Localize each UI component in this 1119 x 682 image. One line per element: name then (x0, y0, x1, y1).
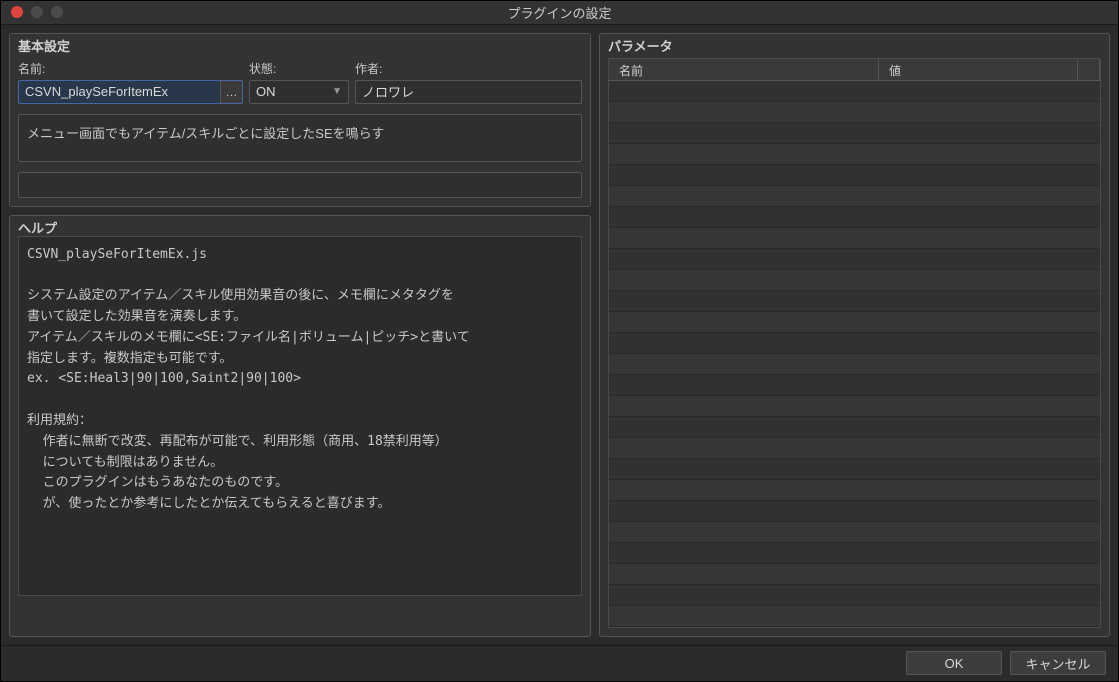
parameters-title: パラメータ (608, 36, 673, 55)
table-row[interactable] (609, 438, 1100, 459)
table-row[interactable] (609, 270, 1100, 291)
ellipsis-icon[interactable]: … (220, 81, 242, 103)
param-header-spacer (1078, 59, 1100, 80)
table-row[interactable] (609, 459, 1100, 480)
content-area: 基本設定 名前: CSVN_playSeForItemEx … 状態: ON (1, 25, 1118, 645)
help-textarea[interactable]: CSVN_playSeForItemEx.js システム設定のアイテム／スキル使… (18, 236, 582, 596)
parameters-rows[interactable] (609, 81, 1100, 627)
table-row[interactable] (609, 291, 1100, 312)
table-row[interactable] (609, 606, 1100, 627)
table-row[interactable] (609, 333, 1100, 354)
plugin-settings-window: プラグインの設定 基本設定 名前: CSVN_playSeForItemEx …… (0, 0, 1119, 682)
author-input[interactable]: ノロワレ (355, 80, 582, 104)
table-row[interactable] (609, 585, 1100, 606)
author-value: ノロワレ (362, 82, 414, 101)
status-value: ON (256, 84, 276, 99)
titlebar: プラグインの設定 (1, 1, 1118, 25)
maximize-icon[interactable] (51, 6, 63, 18)
table-row[interactable] (609, 228, 1100, 249)
name-field-wrap: 名前: CSVN_playSeForItemEx … (18, 60, 243, 104)
left-column: 基本設定 名前: CSVN_playSeForItemEx … 状態: ON (9, 33, 591, 637)
parameters-header: 名前 値 (609, 59, 1100, 81)
footer: OK キャンセル (1, 645, 1118, 681)
plugin-name-value: CSVN_playSeForItemEx (25, 84, 168, 99)
parameters-table: 名前 値 (608, 58, 1101, 628)
table-row[interactable] (609, 375, 1100, 396)
status-field-wrap: 状態: ON ▼ (249, 60, 349, 104)
table-row[interactable] (609, 249, 1100, 270)
table-row[interactable] (609, 207, 1100, 228)
table-row[interactable] (609, 543, 1100, 564)
table-row[interactable] (609, 480, 1100, 501)
extra-info-box (18, 172, 582, 198)
param-header-value[interactable]: 値 (879, 59, 1078, 80)
table-row[interactable] (609, 354, 1100, 375)
table-row[interactable] (609, 123, 1100, 144)
table-row[interactable] (609, 144, 1100, 165)
table-row[interactable] (609, 186, 1100, 207)
table-row[interactable] (609, 396, 1100, 417)
help-group: ヘルプ CSVN_playSeForItemEx.js システム設定のアイテム／… (9, 215, 591, 637)
help-title: ヘルプ (18, 218, 57, 237)
cancel-button[interactable]: キャンセル (1010, 651, 1106, 675)
parameters-group: パラメータ 名前 値 (599, 33, 1110, 637)
window-controls (1, 6, 63, 18)
table-row[interactable] (609, 165, 1100, 186)
table-row[interactable] (609, 417, 1100, 438)
basic-settings-title: 基本設定 (18, 36, 70, 55)
name-label: 名前: (18, 60, 243, 77)
table-row[interactable] (609, 312, 1100, 333)
plugin-name-input[interactable]: CSVN_playSeForItemEx … (18, 80, 243, 104)
close-icon[interactable] (11, 6, 23, 18)
table-row[interactable] (609, 564, 1100, 585)
table-row[interactable] (609, 81, 1100, 102)
table-row[interactable] (609, 522, 1100, 543)
description-text: メニュー画面でもアイテム/スキルごとに設定したSEを鳴らす (27, 126, 384, 141)
status-dropdown[interactable]: ON ▼ (249, 80, 349, 104)
right-column: パラメータ 名前 値 (599, 33, 1110, 637)
table-row[interactable] (609, 501, 1100, 522)
param-header-name[interactable]: 名前 (609, 59, 879, 80)
description-box: メニュー画面でもアイテム/スキルごとに設定したSEを鳴らす (18, 114, 582, 162)
author-label: 作者: (355, 60, 582, 77)
chevron-down-icon: ▼ (332, 86, 342, 97)
status-label: 状態: (249, 60, 349, 77)
minimize-icon[interactable] (31, 6, 43, 18)
basic-settings-group: 基本設定 名前: CSVN_playSeForItemEx … 状態: ON (9, 33, 591, 207)
table-row[interactable] (609, 102, 1100, 123)
ok-button[interactable]: OK (906, 651, 1002, 675)
author-field-wrap: 作者: ノロワレ (355, 60, 582, 104)
window-title: プラグインの設定 (1, 3, 1118, 22)
